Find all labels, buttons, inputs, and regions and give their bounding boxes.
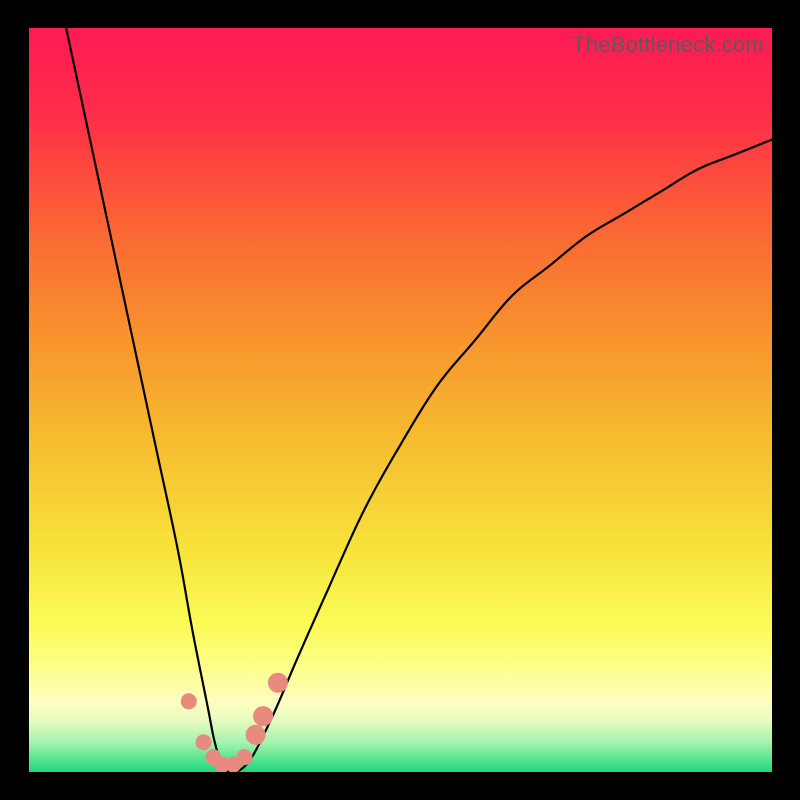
chart-frame: TheBottleneck.com bbox=[0, 0, 800, 800]
watermark-text: TheBottleneck.com bbox=[572, 32, 764, 58]
plot-area: TheBottleneck.com bbox=[29, 28, 772, 772]
gradient-background bbox=[29, 28, 772, 772]
